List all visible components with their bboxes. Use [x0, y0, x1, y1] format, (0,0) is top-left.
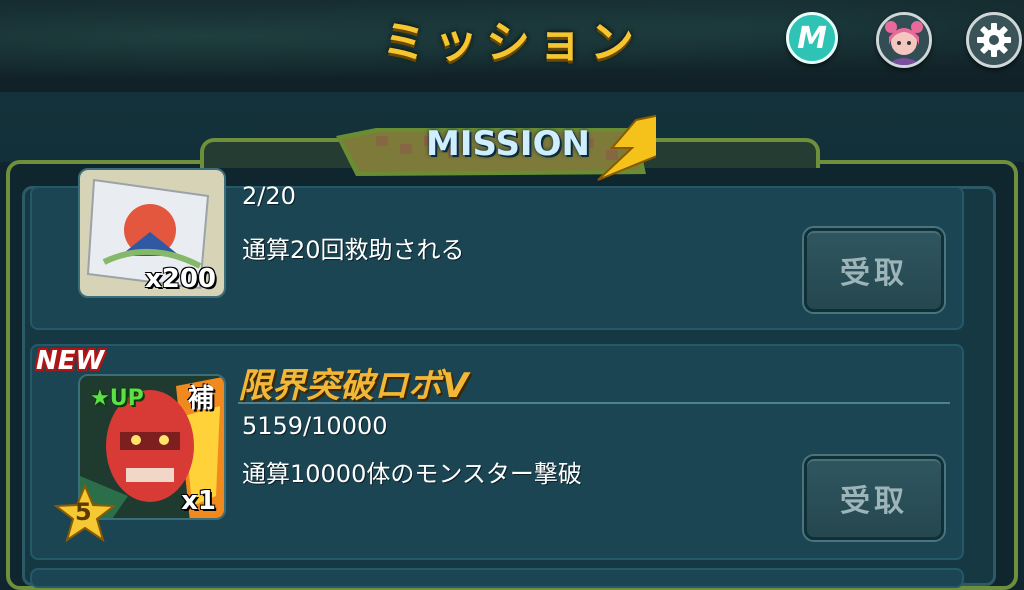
settings-button[interactable]	[966, 12, 1022, 68]
monst-m-button[interactable]: M	[786, 12, 838, 64]
mission-card	[30, 568, 964, 588]
reward-item-box: x200	[78, 168, 226, 298]
page-title: ミッション	[382, 17, 642, 68]
claim-reward-button[interactable]: 受取	[804, 456, 944, 540]
mission-description: 通算10000体のモンスター撃破	[242, 460, 582, 488]
new-badge: NEW	[36, 346, 105, 376]
gear-icon	[977, 23, 1011, 57]
top-header: ミッション M	[0, 0, 1024, 92]
mission-progress: 5159/10000	[242, 412, 388, 440]
monst-m-icon: M	[797, 20, 827, 56]
mission-progress: 2/20	[242, 186, 296, 210]
mission-description: 通算20回救助される	[242, 236, 465, 264]
title-divider	[238, 402, 950, 404]
avatar-icon	[879, 15, 929, 65]
mission-section-label: MISSION	[426, 124, 590, 164]
avatar-button[interactable]	[876, 12, 932, 68]
reward-quantity: x200	[144, 264, 216, 294]
rarity-value: 5	[75, 498, 92, 526]
claim-reward-button[interactable]: 受取	[804, 228, 944, 312]
reward-quantity: x1	[181, 486, 216, 516]
type-badge: 補	[188, 384, 215, 414]
up-badge: ★UP	[90, 386, 144, 411]
mission-title: 限界突破ロボV	[238, 366, 469, 406]
